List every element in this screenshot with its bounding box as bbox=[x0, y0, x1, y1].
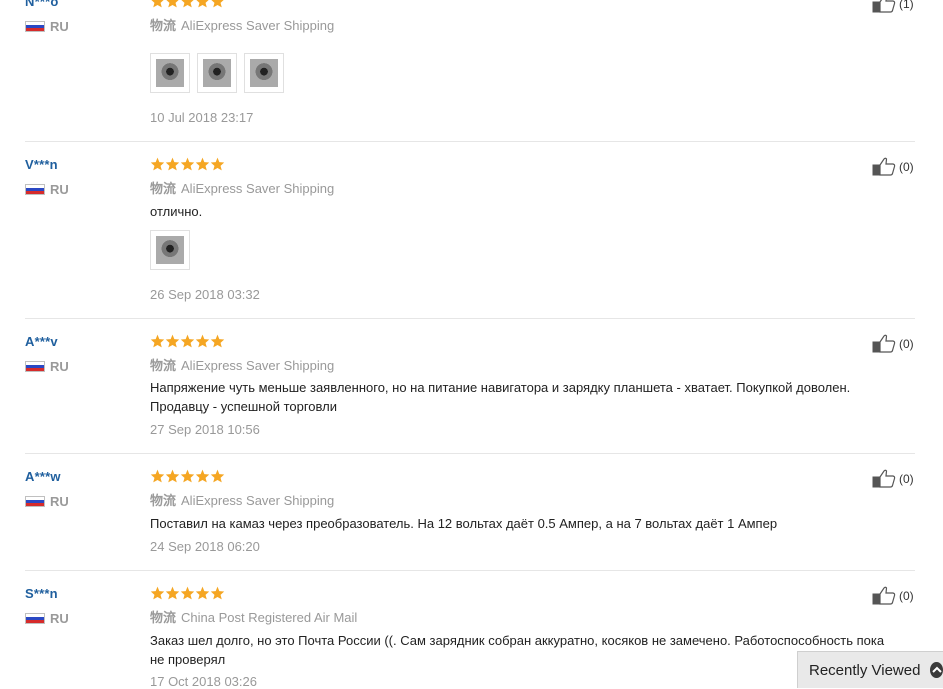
thumbs-up-icon bbox=[872, 469, 896, 488]
star-icon bbox=[210, 586, 225, 600]
helpful-button[interactable]: (0) bbox=[872, 586, 914, 605]
shipping-info: 物流 AliExpress Saver Shipping bbox=[150, 18, 335, 33]
star-icon bbox=[195, 586, 210, 600]
review-date: 26 Sep 2018 03:32 bbox=[150, 287, 260, 302]
star-rating bbox=[150, 586, 225, 600]
star-icon bbox=[180, 334, 195, 348]
star-icon bbox=[180, 586, 195, 600]
star-icon bbox=[150, 334, 165, 348]
review-text: Поставил на камаз через преобразователь.… bbox=[150, 516, 778, 531]
helpful-button[interactable]: (0) bbox=[872, 334, 914, 353]
star-rating bbox=[150, 469, 225, 483]
helpful-button[interactable]: (1) bbox=[872, 0, 914, 13]
star-icon bbox=[165, 0, 180, 8]
star-icon bbox=[150, 0, 165, 8]
star-icon bbox=[195, 157, 210, 171]
review-text: Напряжение чуть меньше заявленного, но н… bbox=[150, 380, 851, 414]
helpful-button[interactable]: (0) bbox=[872, 469, 914, 488]
star-icon bbox=[195, 0, 210, 8]
divider bbox=[25, 141, 915, 142]
shipping-info: 物流 AliExpress Saver Shipping bbox=[150, 493, 335, 508]
review-date: 27 Sep 2018 10:56 bbox=[150, 422, 260, 437]
review-photos bbox=[150, 53, 291, 93]
russia-flag-icon bbox=[25, 495, 45, 507]
recently-viewed-label: Recently Viewed bbox=[809, 661, 921, 679]
star-icon bbox=[210, 157, 225, 171]
reviewer-name[interactable]: N***o bbox=[25, 0, 59, 9]
star-icon bbox=[195, 334, 210, 348]
star-icon bbox=[165, 586, 180, 600]
review-photo-thumbnail[interactable] bbox=[244, 53, 284, 93]
thumbs-up-icon bbox=[872, 334, 896, 353]
star-icon bbox=[180, 157, 195, 171]
divider bbox=[25, 318, 915, 319]
star-icon bbox=[195, 469, 210, 483]
review-text: Заказ шел долго, но это Почта России ((.… bbox=[150, 633, 885, 667]
star-rating bbox=[150, 157, 225, 171]
russia-flag-icon bbox=[25, 183, 45, 195]
divider bbox=[25, 453, 915, 454]
star-icon bbox=[180, 0, 195, 8]
reviewer-country: RU bbox=[25, 494, 69, 509]
star-icon bbox=[165, 157, 180, 171]
shipping-info: 物流 AliExpress Saver Shipping bbox=[150, 358, 335, 373]
reviewer-country: RU bbox=[25, 359, 69, 374]
russia-flag-icon bbox=[25, 612, 45, 624]
shipping-info: 物流 China Post Registered Air Mail bbox=[150, 610, 358, 625]
star-icon bbox=[180, 469, 195, 483]
star-icon bbox=[210, 469, 225, 483]
review-date: 24 Sep 2018 06:20 bbox=[150, 539, 260, 554]
russia-flag-icon bbox=[25, 360, 45, 372]
helpful-button[interactable]: (0) bbox=[872, 157, 914, 176]
reviewer-name[interactable]: V***n bbox=[25, 157, 58, 172]
reviewer-country: RU bbox=[25, 19, 69, 34]
star-icon bbox=[150, 469, 165, 483]
star-icon bbox=[210, 334, 225, 348]
review-photos bbox=[150, 230, 197, 270]
russia-flag-icon bbox=[25, 20, 45, 32]
review-date: 10 Jul 2018 23:17 bbox=[150, 110, 254, 125]
reviewer-country: RU bbox=[25, 611, 69, 626]
thumbs-up-icon bbox=[872, 157, 896, 176]
reviewer-name[interactable]: S***n bbox=[25, 586, 58, 601]
divider bbox=[25, 570, 915, 571]
star-icon bbox=[150, 586, 165, 600]
review-text: отлично. bbox=[150, 204, 203, 219]
review-photo-thumbnail[interactable] bbox=[150, 53, 190, 93]
star-icon bbox=[165, 334, 180, 348]
recently-viewed-toggle[interactable]: Recently Viewed bbox=[797, 651, 943, 688]
star-rating bbox=[150, 0, 225, 8]
reviewer-country: RU bbox=[25, 182, 69, 197]
review-date: 17 Oct 2018 03:26 bbox=[150, 674, 257, 689]
chevron-up-icon bbox=[930, 662, 943, 678]
thumbs-up-icon bbox=[872, 586, 896, 605]
star-rating bbox=[150, 334, 225, 348]
thumbs-up-icon bbox=[872, 0, 896, 13]
star-icon bbox=[210, 0, 225, 8]
shipping-info: 物流 AliExpress Saver Shipping bbox=[150, 181, 335, 196]
star-icon bbox=[150, 157, 165, 171]
star-icon bbox=[165, 469, 180, 483]
review-photo-thumbnail[interactable] bbox=[197, 53, 237, 93]
reviewer-name[interactable]: A***v bbox=[25, 334, 58, 349]
reviewer-name[interactable]: A***w bbox=[25, 469, 61, 484]
review-photo-thumbnail[interactable] bbox=[150, 230, 190, 270]
